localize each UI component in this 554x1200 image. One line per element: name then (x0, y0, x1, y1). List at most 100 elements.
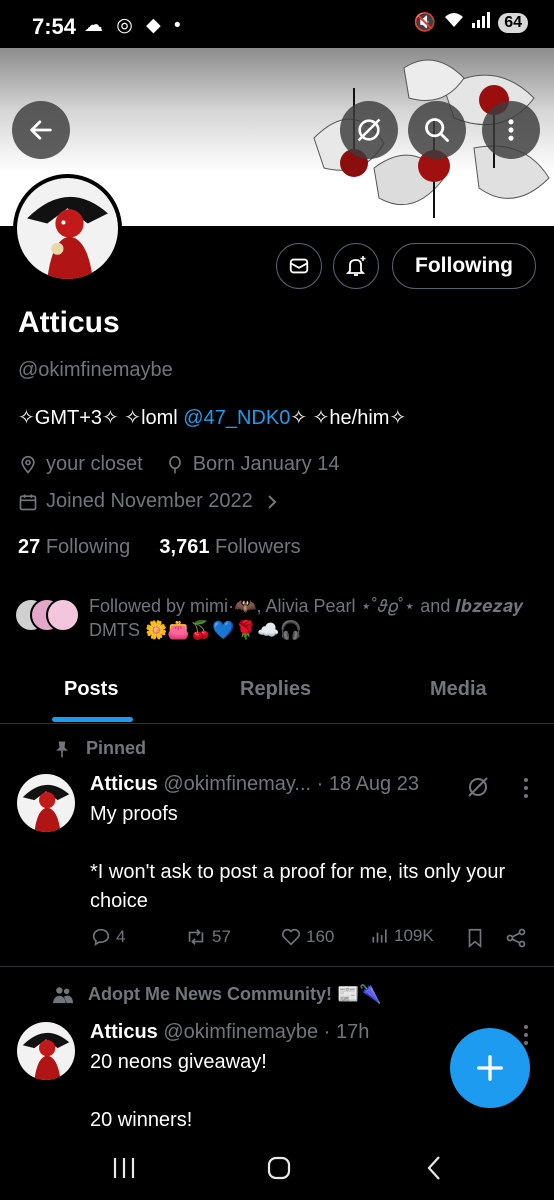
status-bar: 7:54 ☁ ◎ ◆ • 🔇 64 (0, 0, 554, 48)
retweet-button[interactable]: 57 (184, 926, 231, 948)
tweet-handle[interactable]: @okimfinemay... (163, 773, 311, 795)
notification-icons: ☁ ◎ ◆ • (84, 15, 185, 36)
message-button[interactable] (276, 243, 322, 289)
heart-icon (281, 928, 301, 946)
profile-avatar[interactable] (13, 174, 122, 283)
notifications-button[interactable] (333, 243, 379, 289)
community-people-icon (53, 986, 73, 1003)
bookmark-icon[interactable] (464, 926, 486, 950)
reply-count: 4 (116, 927, 126, 946)
reply-icon (92, 928, 110, 946)
like-count: 160 (306, 927, 335, 946)
views-bar-chart-icon (372, 929, 387, 943)
back-nav-button[interactable] (414, 1150, 454, 1186)
location-pin-icon (21, 455, 35, 474)
bio-text: ✧GMT+3✧ ✧loml (18, 407, 184, 429)
like-button[interactable]: 160 (280, 926, 334, 948)
profile-bio: ✧GMT+3✧ ✧loml @47_NDK0✧ ✧he/him✧ (18, 405, 406, 430)
location-text: your closet (46, 453, 143, 475)
share-icon[interactable] (504, 926, 528, 950)
status-time: 7:54 (32, 14, 77, 39)
retweet-icon (188, 929, 204, 945)
tab-media[interactable]: Media (430, 678, 487, 701)
tweet-header: Atticus @okimfinemay... · 18 Aug 23 (90, 773, 419, 796)
calendar-icon (19, 494, 37, 510)
tweet-handle[interactable]: @okimfinemaybe (163, 1021, 318, 1043)
tweet-text: My proofs *I won't ask to post a proof f… (90, 803, 506, 912)
avatar-image (17, 1022, 75, 1080)
followers-count: 3,761 (159, 536, 210, 558)
views-button[interactable]: 109K (370, 926, 434, 946)
profile-joined-row[interactable]: Joined November 2022 (18, 490, 287, 513)
status-right-icons: 🔇 64 (414, 12, 528, 33)
signal-icon (472, 12, 491, 33)
tweet-header: Atticus @okimfinemaybe · 17h (90, 1021, 369, 1044)
compose-post-button[interactable] (450, 1028, 530, 1108)
following-label: Following (45, 536, 131, 558)
followed-by-avatars (14, 598, 84, 634)
tweet-avatar[interactable] (17, 774, 75, 832)
profile-tabs: Posts Replies Media (0, 660, 554, 724)
profile-meta-location-row: your closet Born January 14 (18, 453, 339, 476)
balloon-icon (168, 455, 181, 473)
avatar-image (17, 178, 118, 279)
follower-avatar (46, 598, 80, 632)
recent-apps-button[interactable] (104, 1150, 144, 1186)
tab-replies[interactable]: Replies (240, 678, 311, 701)
tweet-avatar[interactable] (17, 1022, 75, 1080)
bio-mention-link[interactable]: @47_NDK0 (183, 407, 290, 429)
home-button[interactable] (259, 1150, 299, 1186)
more-options-button[interactable] (482, 101, 540, 159)
pinned-label: Pinned (86, 738, 147, 758)
plus-icon (477, 1055, 503, 1081)
search-icon (425, 118, 449, 142)
avatar-image (17, 774, 75, 832)
profile-handle: @okimfinemaybe (18, 359, 173, 381)
home-icon (267, 1156, 291, 1180)
community-label: Adopt Me News Community! 📰🌂 (88, 984, 382, 1004)
pinned-context: Pinned (52, 738, 146, 759)
bell-plus-icon (345, 256, 366, 276)
followed-by-row[interactable]: Followed by mimi·🦇, Alivia Pearl ⋆˚𝜗𝜚˚⋆ … (14, 594, 544, 646)
tab-posts[interactable]: Posts (64, 678, 118, 701)
follow-counts: 27 Following 3,761 Followers (18, 536, 301, 559)
joined-text: Joined November 2022 (46, 490, 253, 512)
tweet-actions: 4 57 160 109K (90, 926, 530, 954)
mute-icon: 🔇 (413, 12, 437, 32)
wifi-icon (444, 12, 464, 33)
tweet-divider (0, 966, 554, 967)
birthday-text: Born January 14 (192, 453, 340, 475)
back-button[interactable] (12, 101, 70, 159)
more-vertical-icon (508, 119, 514, 141)
tweet-author[interactable]: Atticus (90, 1021, 158, 1043)
following-button[interactable]: Following (392, 243, 536, 289)
arrow-left-icon (30, 120, 52, 140)
followed-by-text: Followed by mimi·🦇, Alivia Pearl ⋆˚𝜗𝜚˚⋆ … (89, 596, 524, 640)
envelope-icon (289, 258, 309, 274)
grok-button[interactable] (340, 101, 398, 159)
grok-icon (357, 118, 381, 142)
grok-icon[interactable] (466, 775, 490, 799)
followers-count-link[interactable]: 3,761 Followers (159, 536, 300, 558)
followers-label: Followers (215, 536, 301, 558)
pin-icon (56, 741, 68, 757)
bio-text-end: ✧ ✧he/him✧ (290, 407, 407, 429)
tweet-time[interactable]: · 17h (324, 1021, 370, 1043)
chevron-right-icon (268, 494, 277, 509)
active-tab-indicator (52, 717, 133, 722)
retweet-count: 57 (212, 927, 231, 946)
tweet-author[interactable]: Atticus (90, 773, 158, 795)
views-count: 109K (394, 926, 434, 945)
following-count: 27 (18, 536, 41, 558)
system-navigation-bar (0, 1138, 554, 1200)
profile-name: Atticus (18, 306, 120, 339)
reply-button[interactable]: 4 (90, 926, 125, 948)
community-context[interactable]: Adopt Me News Community! 📰🌂 (52, 984, 382, 1005)
chevron-left-icon (427, 1156, 440, 1180)
recent-apps-icon (113, 1158, 135, 1178)
tweet-more-icon[interactable] (516, 776, 536, 800)
battery-indicator: 64 (498, 12, 528, 33)
search-button[interactable] (408, 101, 466, 159)
following-count-link[interactable]: 27 Following (18, 536, 130, 558)
tweet-time[interactable]: · 18 Aug 23 (317, 773, 419, 795)
